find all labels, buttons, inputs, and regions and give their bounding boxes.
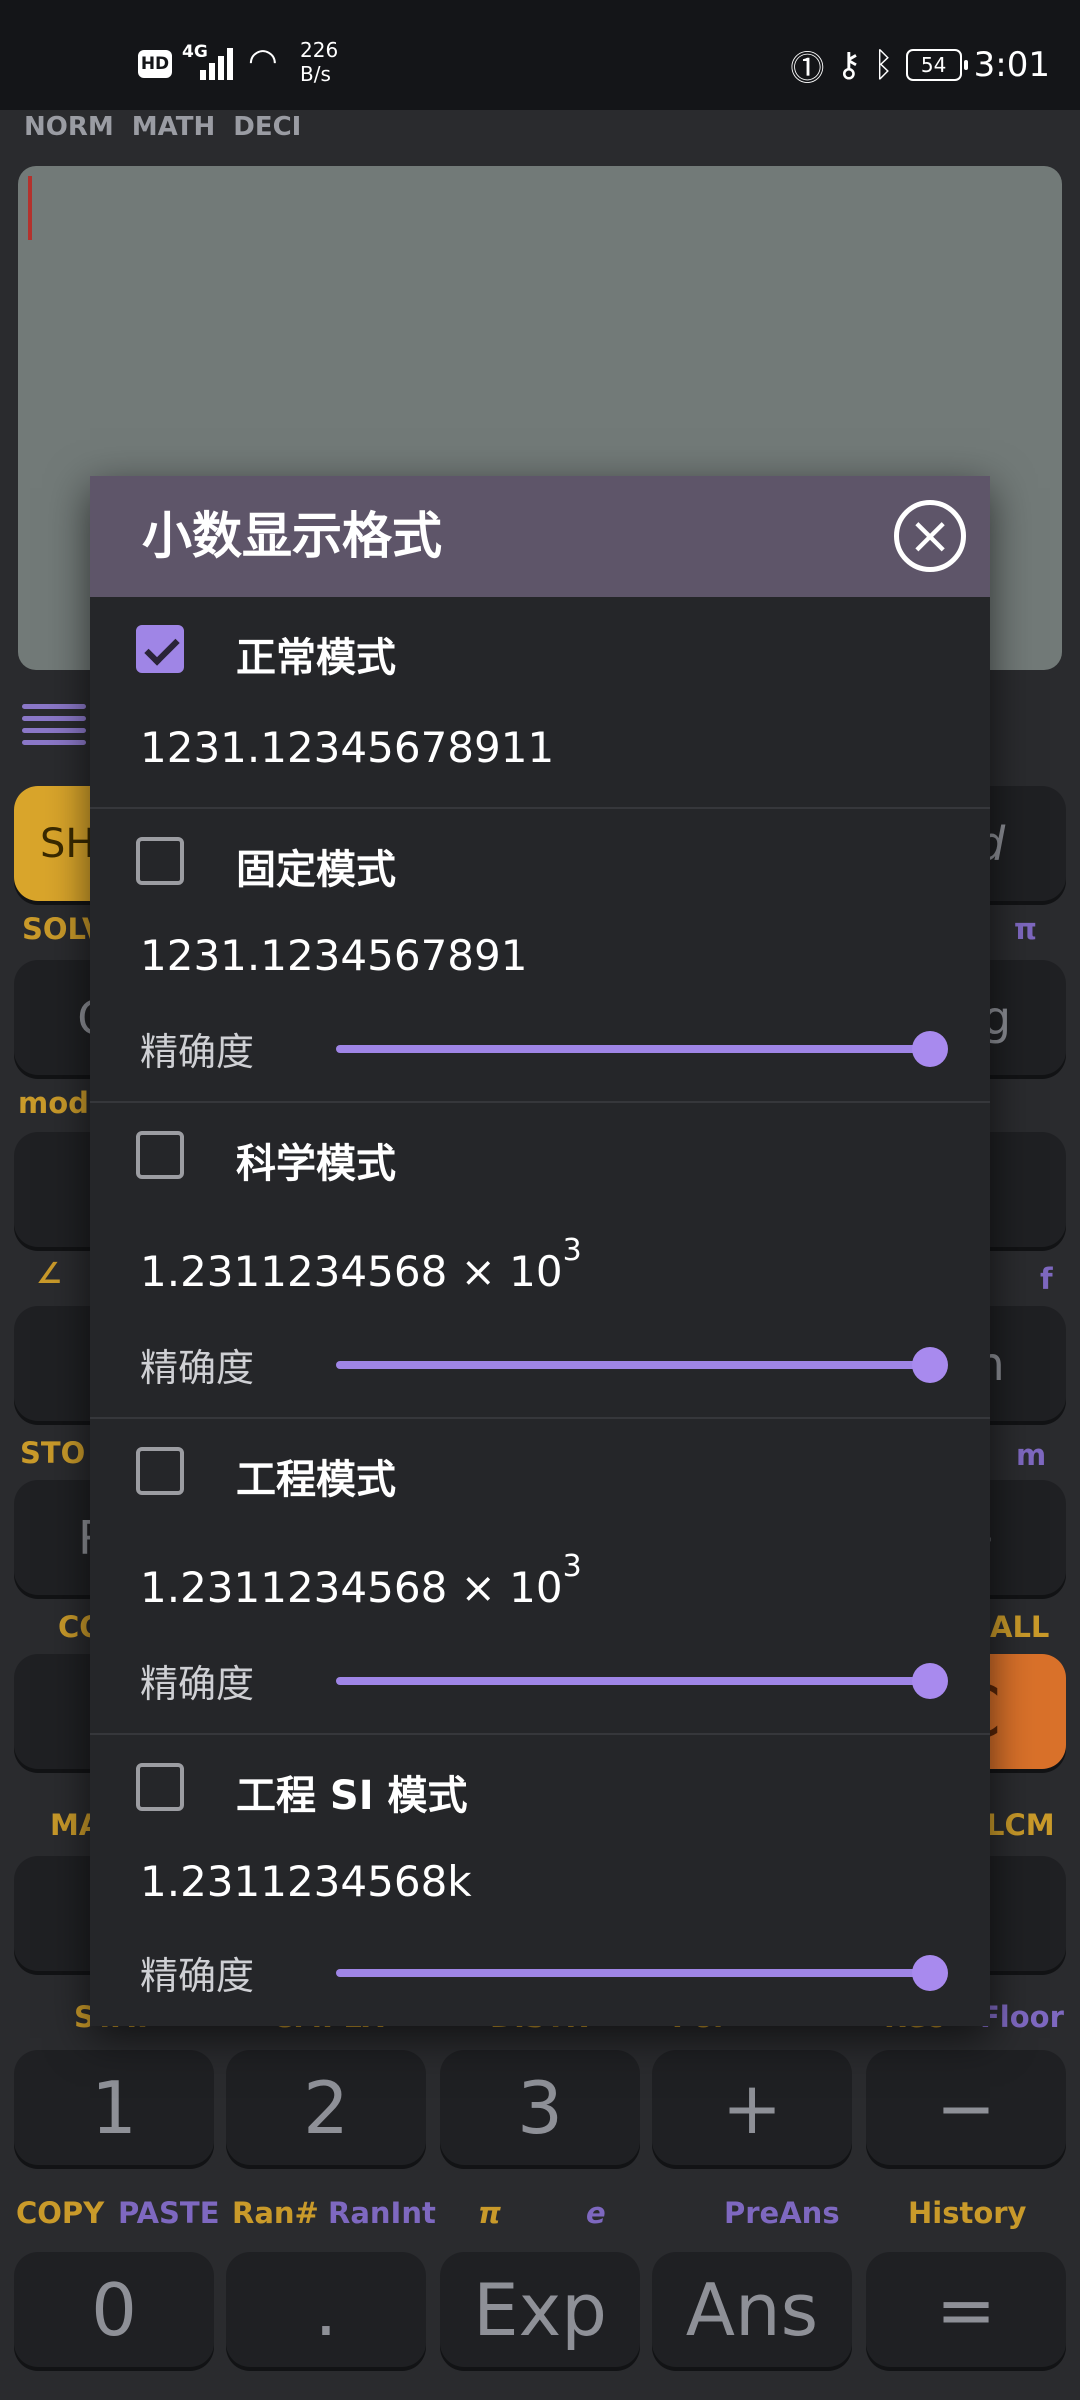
mode-indicators: NORM MATH DECI: [24, 112, 301, 142]
status-bar: HD 4G ◠ 226 B/s ⓵ ⚷ ᛒ 54 3:01: [0, 0, 1080, 110]
floor-label: Floor: [980, 2000, 1064, 2034]
history-label: History: [908, 2196, 1027, 2230]
precision-label: 精确度: [140, 1346, 255, 1390]
slider-thumb[interactable]: [912, 1955, 948, 1991]
equals-button[interactable]: =: [866, 2252, 1066, 2367]
paste-label: PASTE: [118, 2196, 220, 2230]
option-normal-value: 1231.12345678911: [140, 723, 555, 772]
checkbox-normal[interactable]: [136, 625, 184, 673]
precision-slider[interactable]: [336, 1663, 948, 1699]
bluetooth-icon: ᛒ: [873, 45, 894, 85]
sto-label: STO: [20, 1436, 86, 1470]
option-scientific-label: 科学模式: [236, 1141, 396, 1187]
mode-math: MATH: [131, 112, 216, 142]
digit1-button[interactable]: 1: [14, 2050, 214, 2165]
precision-label: 精确度: [140, 1954, 255, 1998]
decimal-button[interactable]: .: [226, 2252, 426, 2367]
digit0-button[interactable]: 0: [14, 2252, 214, 2367]
close-icon[interactable]: ×: [894, 500, 966, 572]
mode-norm: NORM: [24, 112, 114, 142]
option-engineering-si-value: 1.2311234568k: [140, 1857, 472, 1906]
option-fixed-value: 1231.1234567891: [140, 931, 528, 980]
checkbox-engineering[interactable]: [136, 1447, 184, 1495]
option-scientific-value: 1.2311234568 × 103: [140, 1233, 582, 1296]
precision-label: 精确度: [140, 1662, 255, 1706]
preans-label: PreAns: [724, 2196, 840, 2230]
option-engineering-si[interactable]: 工程 SI 模式 1.2311234568k 精确度: [90, 1735, 990, 2024]
pi-label: π: [1014, 912, 1037, 946]
option-normal-label: 正常模式: [236, 635, 396, 681]
data-saver-icon: ⓵: [790, 48, 825, 89]
option-fixed-label: 固定模式: [236, 847, 396, 893]
checkbox-fixed[interactable]: [136, 837, 184, 885]
angle-label: ∠: [36, 1256, 62, 1290]
precision-slider[interactable]: [336, 1347, 948, 1383]
clear-all-label: ALL: [990, 1610, 1050, 1644]
checkbox-scientific[interactable]: [136, 1131, 184, 1179]
option-engineering-si-label: 工程 SI 模式: [236, 1773, 468, 1819]
battery-icon: 54: [905, 49, 968, 81]
m-label: m: [1016, 1438, 1047, 1472]
slider-thumb[interactable]: [912, 1031, 948, 1067]
wifi-icon: ◠: [248, 41, 278, 81]
menu-icon[interactable]: [22, 704, 86, 754]
exp-button[interactable]: Exp: [440, 2252, 640, 2367]
network-speed: 226 B/s: [300, 38, 339, 86]
option-engineering[interactable]: 工程模式 1.2311234568 × 103 精确度: [90, 1419, 990, 1735]
digit2-button[interactable]: 2: [226, 2050, 426, 2165]
mod-label: mod: [18, 1086, 89, 1120]
e-const-label: e: [586, 2196, 606, 2230]
option-normal[interactable]: 正常模式 1231.12345678911: [90, 597, 990, 809]
plus-button[interactable]: +: [652, 2050, 852, 2165]
decimal-format-dialog: 小数显示格式 × 正常模式 1231.12345678911 固定模式 1231…: [90, 476, 990, 2026]
ans-button[interactable]: Ans: [652, 2252, 852, 2367]
clock: 3:01: [973, 45, 1050, 85]
key-icon: ⚷: [836, 45, 862, 85]
precision-label: 精确度: [140, 1030, 255, 1074]
f-label: f: [1040, 1262, 1053, 1296]
minus-button[interactable]: −: [866, 2050, 1066, 2165]
copy-label: COPY: [16, 2196, 105, 2230]
ranint-label: RanInt: [328, 2196, 436, 2230]
precision-slider[interactable]: [336, 1031, 948, 1067]
precision-slider[interactable]: [336, 1955, 948, 1991]
slider-thumb[interactable]: [912, 1663, 948, 1699]
dialog-title: 小数显示格式: [142, 507, 442, 565]
option-scientific[interactable]: 科学模式 1.2311234568 × 103 精确度: [90, 1103, 990, 1419]
exponent: 3: [562, 1233, 582, 1268]
exponent: 3: [562, 1549, 582, 1584]
text-cursor: [28, 176, 32, 240]
slider-thumb[interactable]: [912, 1347, 948, 1383]
checkbox-engineering-si[interactable]: [136, 1763, 184, 1811]
dialog-header: 小数显示格式 ×: [90, 476, 990, 597]
hd-icon: HD: [138, 50, 172, 78]
ran-label: Ran#: [232, 2196, 319, 2230]
option-engineering-value: 1.2311234568 × 103: [140, 1549, 582, 1612]
mode-deci: DECI: [233, 112, 302, 142]
digit3-button[interactable]: 3: [440, 2050, 640, 2165]
option-fixed[interactable]: 固定模式 1231.1234567891 精确度: [90, 809, 990, 1103]
signal-icon: [200, 48, 238, 80]
pi-const-label: π: [478, 2196, 501, 2230]
option-engineering-label: 工程模式: [236, 1457, 396, 1503]
lcm-label: LCM: [986, 1808, 1055, 1842]
